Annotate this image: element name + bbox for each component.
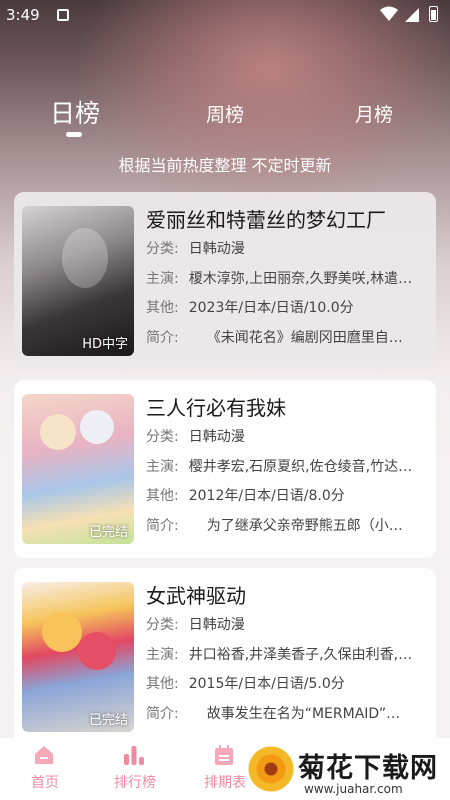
poster-figure [78,632,116,670]
item-cast: 主演: 井口裕香,井泽美香子,久保由利香,… [146,646,413,663]
poster-figure [62,228,108,288]
item-category: 分类: 日韩动漫 [146,241,245,257]
poster-figure [80,410,114,444]
status-badge: 已完结 [88,713,128,728]
item-category: 分类: 日韩动漫 [146,429,245,445]
item-other: 其他: 2015年/日本/日语/5.0分 [146,676,345,692]
calendar-icon [215,745,233,765]
item-other: 其他: 2023年/日本/日语/10.0分 [146,300,354,316]
quality-badge: HD中字 [82,337,128,352]
item-other: 其他: 2012年/日本/日语/8.0分 [146,488,345,504]
watermark-url: www.juahar.com [304,782,403,796]
flower-logo-icon [248,746,294,792]
tab-weekly[interactable]: 周榜 [206,100,244,127]
item-info: 女武神驱动 分类: 日韩动漫 主演: 井口裕香,井泽美香子,久保由利香,… 其他: 2… [146,580,430,732]
status-bar: 3:49 [0,0,450,34]
site-watermark: 菊花下载网 www.juahar.com [246,744,450,800]
nav-home-label: 首页 [31,775,59,791]
poster-image[interactable]: 已完结 [22,582,134,732]
status-time: 3:49 [6,6,40,24]
tab-monthly[interactable]: 月榜 [355,100,393,127]
item-intro: 简介: 《未闻花名》编剧冈田麿里自… [146,329,403,346]
status-badge: 已完结 [88,525,128,540]
tab-active-indicator [66,132,82,137]
item-title: 爱丽丝和特蕾丝的梦幻工厂 [146,208,386,232]
item-title: 三人行必有我妹 [146,396,286,420]
notification-icon [57,9,69,21]
item-title: 女武神驱动 [146,584,246,608]
ranking-item[interactable]: 已完结 女武神驱动 分类: 日韩动漫 主演: 井口裕香,井泽美香子,久保由利香,… … [14,568,436,746]
home-icon [35,746,53,764]
item-info: 三人行必有我妹 分类: 日韩动漫 主演: 樱井孝宏,石原夏织,佐仓绫音,竹达… 其他… [146,392,430,544]
item-intro: 简介: 为了继承父亲帝野熊五郎（小… [146,517,403,534]
ranking-item[interactable]: HD中字 爱丽丝和特蕾丝的梦幻工厂 分类: 日韩动漫 主演: 榎木淳弥,上田丽奈,久… [14,192,436,370]
poster-image[interactable]: HD中字 [22,206,134,356]
item-cast: 主演: 樱井孝宏,石原夏织,佐仓绫音,竹达… [146,458,413,475]
ranking-tabs: 日榜 周榜 月榜 [0,92,450,142]
poster-figure [40,414,76,450]
wifi-icon [380,6,398,21]
item-info: 爱丽丝和特蕾丝的梦幻工厂 分类: 日韩动漫 主演: 榎木淳弥,上田丽奈,久野美咲,林… [146,204,430,356]
ranking-subtitle: 根据当前热度整理 不定时更新 [118,156,332,175]
watermark-title: 菊花下载网 [298,753,438,784]
tab-daily[interactable]: 日榜 [50,94,100,130]
item-intro: 简介: 故事发生在名为“MERMAID”… [146,705,401,722]
signal-icon [405,8,419,22]
nav-ranking-label: 排行榜 [114,775,156,791]
bar-chart-icon [124,746,144,765]
poster-image[interactable]: 已完结 [22,394,134,544]
battery-icon [429,6,438,22]
poster-figure [42,612,82,652]
item-category: 分类: 日韩动漫 [146,617,245,633]
item-cast: 主演: 榎木淳弥,上田丽奈,久野美咲,林遣… [146,270,413,287]
ranking-item[interactable]: 已完结 三人行必有我妹 分类: 日韩动漫 主演: 樱井孝宏,石原夏织,佐仓绫音,竹达… [14,380,436,558]
